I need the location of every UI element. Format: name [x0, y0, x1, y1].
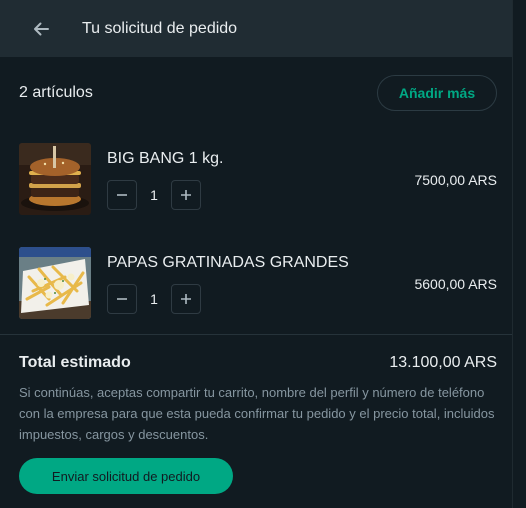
item-name: BIG BANG 1 kg.	[107, 150, 224, 167]
send-order-request-button[interactable]: Enviar solicitud de pedido	[19, 458, 233, 494]
plus-icon	[181, 190, 191, 200]
item-name: PAPAS GRATINADAS GRANDES	[107, 254, 349, 271]
increase-button[interactable]	[171, 284, 201, 314]
fries-photo	[19, 247, 91, 319]
quantity-value: 1	[150, 187, 158, 203]
arrow-left-icon	[34, 22, 49, 35]
back-button[interactable]	[29, 17, 53, 41]
minus-icon	[117, 194, 127, 196]
cart-item: BIG BANG 1 kg. 1 7500,00 ARS	[19, 143, 497, 215]
increase-button[interactable]	[171, 180, 201, 210]
quantity-stepper: 1	[107, 179, 201, 211]
plus-icon	[181, 294, 191, 304]
cart-item: PAPAS GRATINADAS GRANDES 1 5600,00 ARS	[19, 247, 497, 319]
total-row: Total estimado 13.100,00 ARS	[19, 354, 497, 372]
divider	[0, 334, 512, 335]
disclaimer-text: Si continúas, aceptas compartir tu carri…	[19, 385, 495, 442]
decrease-button[interactable]	[107, 284, 137, 314]
cart-summary-row: 2 artículos Añadir más	[19, 74, 497, 112]
decrease-button[interactable]	[107, 180, 137, 210]
scrollbar[interactable]	[512, 0, 526, 508]
minus-icon	[117, 298, 127, 300]
total-value: 13.100,00 ARS	[389, 354, 497, 371]
page-title: Tu solicitud de pedido	[82, 19, 238, 37]
item-price: 7500,00 ARS	[414, 172, 497, 188]
burger-photo	[19, 143, 91, 215]
quantity-stepper: 1	[107, 283, 201, 315]
quantity-value: 1	[150, 291, 158, 307]
item-price: 5600,00 ARS	[414, 276, 497, 292]
total-label: Total estimado	[19, 354, 131, 371]
item-count: 2 artículos	[19, 84, 93, 101]
header-bar: Tu solicitud de pedido	[0, 0, 512, 57]
add-more-button[interactable]: Añadir más	[377, 75, 497, 111]
